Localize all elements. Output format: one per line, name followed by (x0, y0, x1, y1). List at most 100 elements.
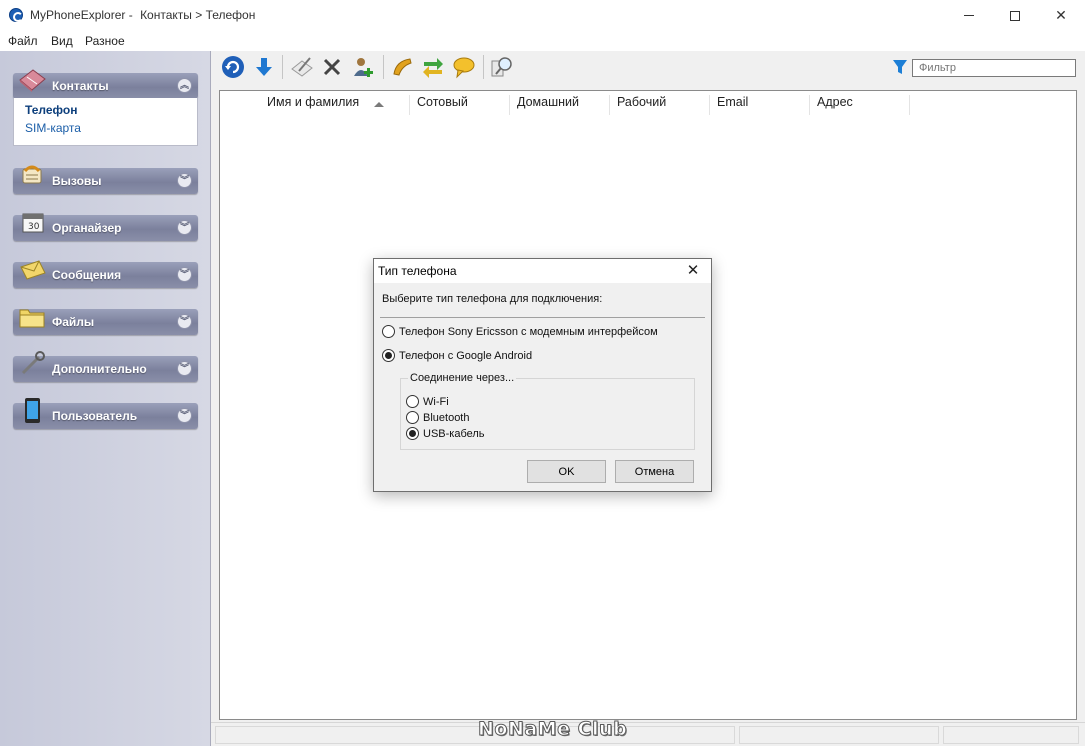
status-segment (943, 726, 1079, 744)
calls-phone-icon (22, 165, 42, 184)
dialog-title-bar: Тип телефона ✕ (374, 259, 711, 283)
ok-button[interactable]: OK (527, 460, 606, 483)
message-button[interactable] (451, 54, 477, 80)
sidebar-group-organizer[interactable]: 30 Органайзер ︾ (13, 213, 198, 241)
sidebar-group-label: Вызовы (52, 174, 102, 188)
minimize-button[interactable] (946, 0, 992, 31)
column-header-work[interactable]: Рабочий (610, 95, 710, 115)
call-button[interactable] (389, 54, 415, 80)
edit-icon (291, 57, 313, 77)
column-label: Сотовый (417, 95, 468, 109)
radio-button[interactable] (406, 411, 419, 424)
column-label: Домашний (517, 95, 579, 109)
sync-button[interactable] (420, 54, 446, 80)
breadcrumb: Контакты > Телефон (140, 8, 256, 22)
cancel-button[interactable]: Отмена (615, 460, 694, 483)
menu-view[interactable]: Вид (51, 34, 73, 48)
svg-text:30: 30 (28, 222, 40, 232)
search-button[interactable] (489, 54, 515, 80)
column-header-address[interactable]: Адрес (810, 95, 910, 115)
sidebar-group-files[interactable]: Файлы ︾ (13, 309, 198, 335)
chevron-up-icon[interactable]: ︽ (177, 78, 192, 93)
filter-icon[interactable] (892, 58, 908, 76)
radio-label: USB-кабель (423, 427, 485, 440)
status-segment (739, 726, 939, 744)
sync-icon (423, 58, 443, 78)
sidebar-group-label: Органайзер (52, 221, 122, 235)
dialog-title: Тип телефона (378, 264, 457, 278)
sidebar-group-messages[interactable]: Сообщения ︾ (13, 260, 198, 288)
refresh-icon (222, 56, 244, 78)
sidebar-group-label: Пользователь (52, 409, 138, 423)
connection-group-label: Соединение через... (408, 372, 517, 384)
app-logo-icon (9, 8, 23, 22)
sidebar-group-extras[interactable]: Дополнительно ︾ (13, 351, 198, 382)
radio-button[interactable] (382, 349, 395, 362)
radio-button[interactable] (406, 395, 419, 408)
divider (380, 317, 705, 318)
radio-button[interactable] (406, 427, 419, 440)
menu-file[interactable]: Файл (8, 34, 38, 48)
radio-usb-cable[interactable]: USB-кабель (406, 427, 485, 440)
column-header-home[interactable]: Домашний (510, 95, 610, 115)
sidebar-group-label: Файлы (52, 315, 95, 329)
sidebar-group-label: Сообщения (52, 268, 122, 282)
column-header-email[interactable]: Email (710, 95, 810, 115)
watermark: NoNaMe Club (477, 718, 628, 741)
chevron-down-icon[interactable]: ︾ (177, 361, 192, 376)
delete-button[interactable] (319, 54, 345, 80)
radio-sony-ericsson[interactable]: Телефон Sony Ericsson с модемным интерфе… (382, 325, 658, 338)
close-window-button[interactable]: ✕ (1038, 0, 1084, 31)
filter-input[interactable] (912, 59, 1076, 77)
close-icon: ✕ (686, 262, 700, 279)
user-device-icon (25, 398, 40, 423)
refresh-button[interactable] (220, 54, 246, 80)
radio-label: Телефон с Google Android (399, 349, 533, 362)
column-label: Адрес (817, 95, 853, 109)
download-button[interactable] (251, 54, 277, 80)
files-folder-icon (19, 309, 45, 328)
sidebar: Контакты ︽ Телефон SIM-карта Вызовы ︾ 30… (0, 51, 211, 746)
sidebar-group-label: Дополнительно (52, 362, 147, 376)
maximize-button[interactable] (992, 0, 1038, 31)
sidebar-item-phone[interactable]: Телефон (25, 103, 77, 117)
sidebar-group-contacts[interactable]: Контакты ︽ (13, 69, 198, 99)
column-header-name[interactable]: Имя и фамилия (260, 95, 410, 115)
dialog-prompt: Выберите тип телефона для подключения: (382, 293, 603, 305)
chevron-down-icon[interactable]: ︾ (177, 314, 192, 329)
contacts-subpanel: Телефон SIM-карта (13, 98, 198, 146)
add-contact-button[interactable] (350, 54, 376, 80)
radio-label: Wi-Fi (423, 395, 449, 408)
contacts-book-icon (19, 69, 46, 92)
column-label: Рабочий (617, 95, 667, 109)
chevron-down-icon[interactable]: ︾ (177, 173, 192, 188)
status-segment (215, 726, 735, 744)
dialog-close-button[interactable]: ✕ (681, 261, 705, 281)
column-header-mobile[interactable]: Сотовый (410, 95, 510, 115)
search-icon (491, 57, 512, 77)
delete-icon (323, 58, 341, 76)
sort-ascending-icon (374, 102, 384, 107)
sidebar-item-sim[interactable]: SIM-карта (25, 121, 81, 135)
menu-bar: Файл Вид Разное (0, 31, 1085, 51)
title-bar: MyPhoneExplorer - Контакты > Телефон ✕ (0, 0, 1085, 31)
messages-envelope-icon (20, 260, 46, 280)
edit-button[interactable] (289, 54, 315, 80)
radio-wifi[interactable]: Wi-Fi (406, 395, 449, 408)
sidebar-group-user[interactable]: Пользователь ︾ (13, 398, 198, 429)
radio-bluetooth[interactable]: Bluetooth (406, 411, 469, 424)
radio-button[interactable] (382, 325, 395, 338)
chevron-down-icon[interactable]: ︾ (177, 220, 192, 235)
chevron-down-icon[interactable]: ︾ (177, 408, 192, 423)
radio-google-android[interactable]: Телефон с Google Android (382, 349, 532, 362)
minimize-icon (964, 15, 974, 16)
download-icon (256, 58, 272, 76)
phone-type-dialog: Тип телефона ✕ Выберите тип телефона для… (373, 258, 712, 492)
sidebar-group-label: Контакты (52, 79, 109, 93)
sidebar-group-calls[interactable]: Вызовы ︾ (13, 165, 198, 194)
radio-label: Телефон Sony Ericsson с модемным интерфе… (399, 325, 658, 338)
chevron-down-icon[interactable]: ︾ (177, 267, 192, 282)
menu-misc[interactable]: Разное (85, 34, 125, 48)
organizer-calendar-icon: 30 (22, 213, 44, 233)
column-label: Имя и фамилия (267, 95, 360, 109)
